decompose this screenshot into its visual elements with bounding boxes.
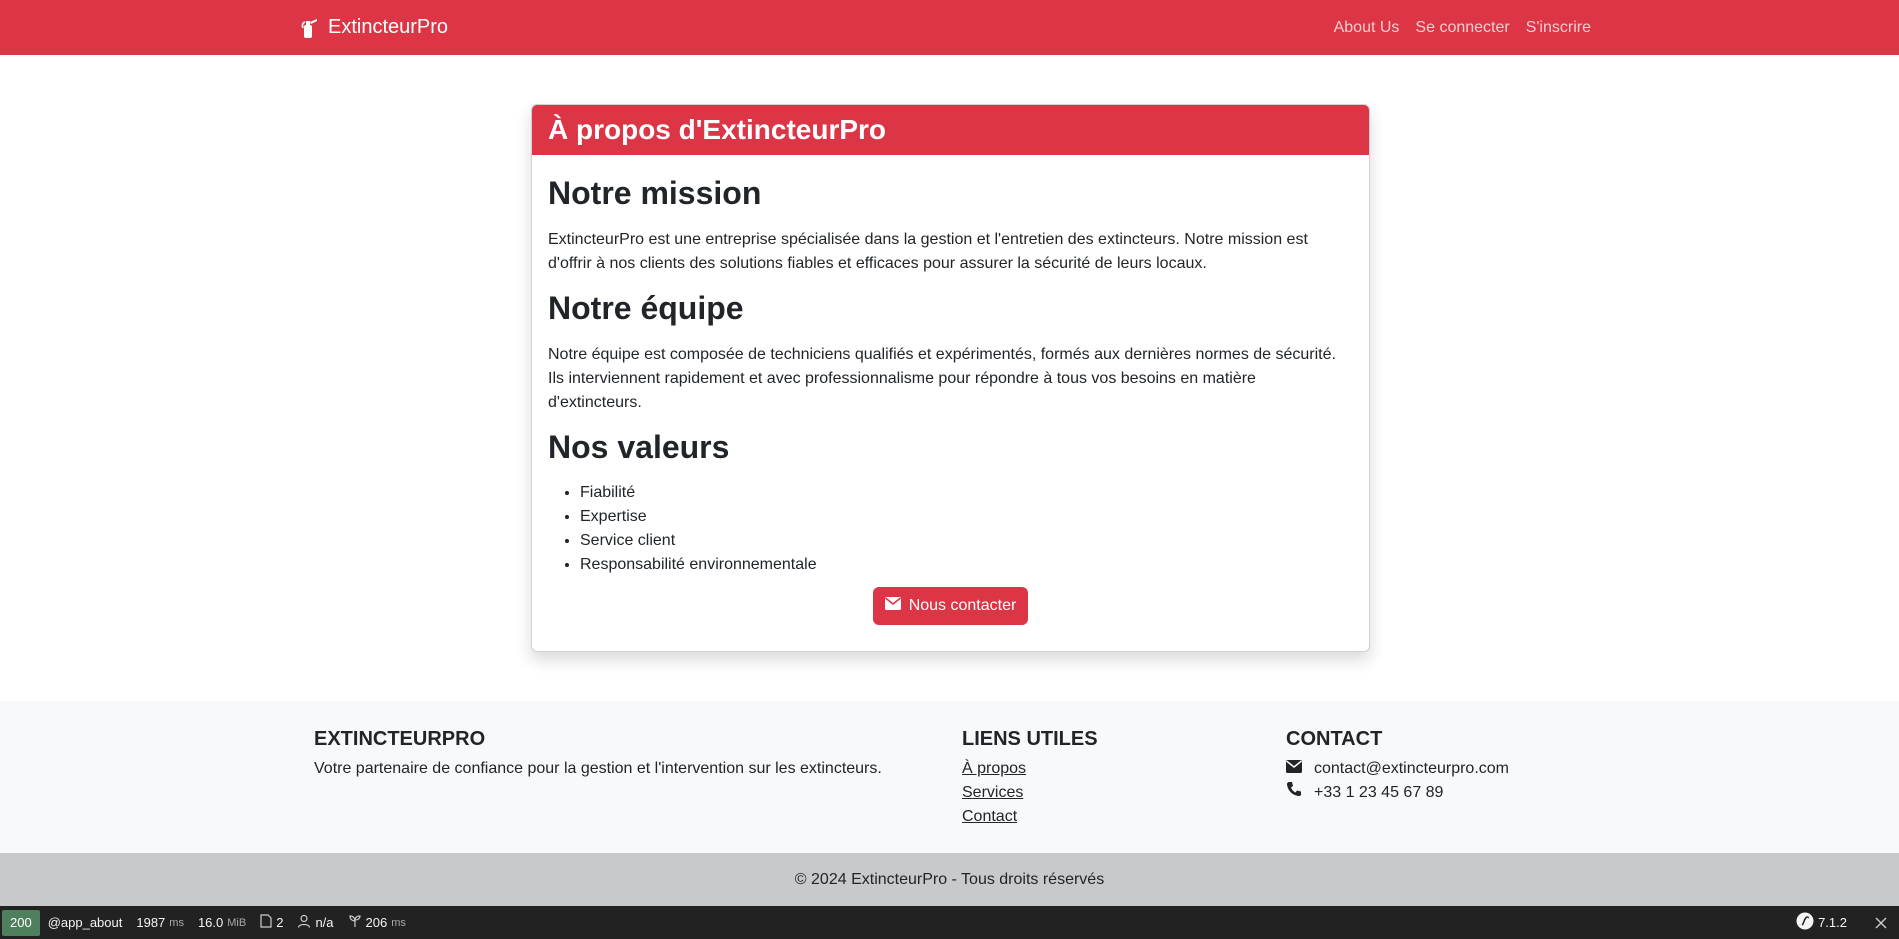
footer: EXTINCTEURPRO Votre partenaire de confia… xyxy=(0,701,1899,853)
render-time-value: 206 xyxy=(365,915,388,930)
symfony-logo-icon xyxy=(1796,912,1814,933)
user-value: n/a xyxy=(315,915,334,930)
footer-about-heading: EXTINCTEURPRO xyxy=(314,728,486,750)
footer-link-about[interactable]: À propos xyxy=(962,757,1026,781)
security-user[interactable]: n/a xyxy=(297,914,334,931)
values-heading: Nos valeurs xyxy=(548,428,730,465)
footer-links: LIENS UTILES À propos Services Contact xyxy=(962,727,1098,829)
sprout-icon xyxy=(348,914,362,931)
render-time[interactable]: 206 ms xyxy=(348,914,406,931)
contact-email: contact@extincteurpro.com xyxy=(1314,760,1509,777)
footer-links-list: À propos Services Contact xyxy=(962,757,1098,829)
symfony-version-value: 7.1.2 xyxy=(1818,915,1847,930)
contact-button-label: Nous contacter xyxy=(908,597,1017,615)
card-body: Notre mission ExtincteurPro est une entr… xyxy=(532,155,1369,641)
toolbar-right: 7.1.2 xyxy=(1782,906,1887,939)
request-time-unit: ms xyxy=(169,916,184,929)
contact-phone-row: +33 1 23 45 67 89 xyxy=(1286,781,1509,805)
footer-link-contact[interactable]: Contact xyxy=(962,805,1017,829)
nav-register[interactable]: S'inscrire xyxy=(1526,19,1591,37)
brand-name: ExtincteurPro xyxy=(328,16,449,38)
footer-link-services[interactable]: Services xyxy=(962,781,1023,805)
footer-contact-list: contact@extincteurpro.com +33 1 23 45 67… xyxy=(1286,757,1509,805)
team-text: Notre équipe est composée de techniciens… xyxy=(548,345,1336,411)
fire-extinguisher-icon xyxy=(300,17,320,39)
nav-about-us[interactable]: About Us xyxy=(1334,19,1400,37)
navbar: ExtincteurPro About Us Se connecter S'in… xyxy=(0,0,1899,55)
request-time[interactable]: 1987 ms xyxy=(136,915,184,930)
memory-value: 16.0 xyxy=(197,915,224,930)
list-item: Contact xyxy=(962,805,1098,829)
about-card: À propos d'ExtincteurPro Notre mission E… xyxy=(531,104,1370,652)
button-wrap: Nous contacter xyxy=(548,587,1353,626)
list-item: Services xyxy=(962,781,1098,805)
contact-phone: +33 1 23 45 67 89 xyxy=(1314,784,1444,801)
memory-unit: MiB xyxy=(227,916,247,929)
nav-links: About Us Se connecter S'inscrire xyxy=(1334,0,1591,55)
status-badge[interactable]: 200 xyxy=(2,909,40,936)
team-heading: Notre équipe xyxy=(548,289,744,326)
footer-contact-heading: CONTACT xyxy=(1286,728,1383,750)
list-item: Responsabilité environnementale xyxy=(580,553,1353,577)
request-time-value: 1987 xyxy=(136,915,166,930)
twig-templates[interactable]: 2 xyxy=(260,914,283,931)
mission-text: ExtincteurPro est une entreprise spécial… xyxy=(548,230,1308,272)
nav-login[interactable]: Se connecter xyxy=(1415,19,1509,37)
footer-contact: CONTACT contact@extincteurpro.com +33 1 xyxy=(1286,727,1509,805)
debug-toolbar: 200 @app_about 1987 ms 16.0 MiB 2 n/a 20… xyxy=(0,906,1899,939)
mission-heading: Notre mission xyxy=(548,175,762,211)
list-item: À propos xyxy=(962,757,1098,781)
envelope-icon xyxy=(1286,757,1302,781)
close-icon[interactable] xyxy=(1875,917,1887,929)
values-list: Fiabilité Expertise Service client Respo… xyxy=(548,481,1353,577)
card-title: À propos d'ExtincteurPro xyxy=(532,105,1369,155)
twig-count: 2 xyxy=(276,915,284,930)
copyright-bar: © 2024 ExtincteurPro - Tous droits réser… xyxy=(0,853,1899,906)
brand-link[interactable]: ExtincteurPro xyxy=(300,0,448,55)
render-time-unit: ms xyxy=(391,916,406,929)
file-icon xyxy=(260,914,272,931)
memory-usage[interactable]: 16.0 MiB xyxy=(198,915,246,930)
footer-links-heading: LIENS UTILES xyxy=(962,728,1098,750)
list-item: Service client xyxy=(580,529,1353,553)
envelope-icon xyxy=(884,597,901,615)
footer-about-text: Votre partenaire de confiance pour la ge… xyxy=(314,760,882,777)
contact-button[interactable]: Nous contacter xyxy=(872,587,1029,626)
list-item: Fiabilité xyxy=(580,481,1353,505)
symfony-version[interactable]: 7.1.2 xyxy=(1796,912,1847,933)
list-item: Expertise xyxy=(580,505,1353,529)
phone-icon xyxy=(1286,781,1302,805)
user-icon xyxy=(297,914,311,931)
footer-about: EXTINCTEURPRO Votre partenaire de confia… xyxy=(314,727,882,781)
route-name[interactable]: @app_about xyxy=(48,915,123,930)
contact-email-row: contact@extincteurpro.com xyxy=(1286,757,1509,781)
copyright-text: © 2024 ExtincteurPro - Tous droits réser… xyxy=(794,870,1105,888)
